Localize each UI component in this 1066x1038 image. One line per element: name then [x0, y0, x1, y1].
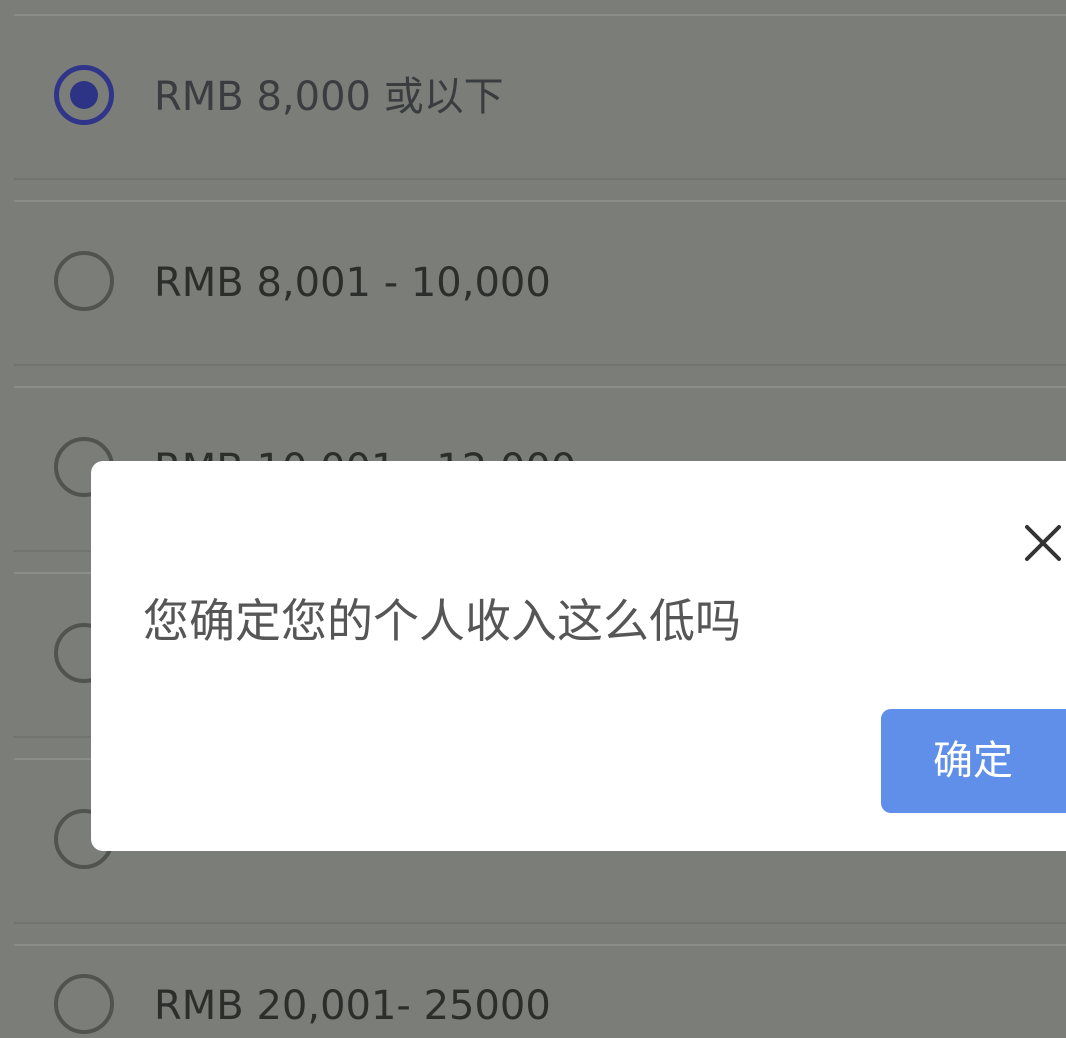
confirm-dialog: 您确定您的个人收入这么低吗 确定: [91, 461, 1066, 851]
dialog-message: 您确定您的个人收入这么低吗: [143, 594, 741, 648]
income-option-1[interactable]: RMB 8,000 或以下: [14, 14, 1066, 180]
radio-button-checked[interactable]: [54, 65, 114, 125]
option-label: RMB 8,001 - 10,000: [154, 260, 551, 306]
radio-dot: [70, 81, 98, 109]
radio-button[interactable]: [54, 251, 114, 311]
income-option-6[interactable]: RMB 20,001- 25000: [14, 944, 1066, 1038]
page: RMB 8,000 或以下 RMB 8,001 - 10,000 RMB 10,…: [0, 0, 1066, 1038]
close-icon[interactable]: [1021, 521, 1065, 565]
option-label: RMB 8,000 或以下: [154, 74, 504, 120]
confirm-button[interactable]: 确定: [881, 709, 1066, 813]
income-option-2[interactable]: RMB 8,001 - 10,000: [14, 200, 1066, 366]
radio-button[interactable]: [54, 974, 114, 1034]
option-label: RMB 20,001- 25000: [154, 983, 551, 1029]
